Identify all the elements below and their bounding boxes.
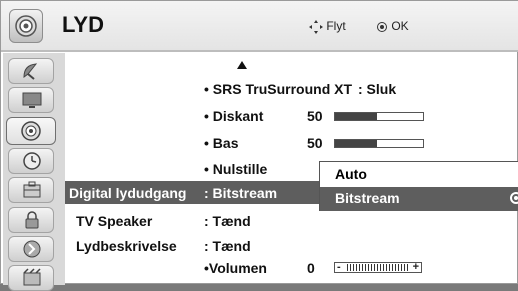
speaker-icon[interactable]: [6, 117, 56, 145]
volume-label[interactable]: •Volumen: [204, 260, 267, 276]
ok-hint-label: OK: [391, 19, 409, 33]
tv-speaker-value: : Tænd: [204, 213, 251, 229]
clock-icon[interactable]: [8, 148, 54, 174]
page-title: LYD: [62, 12, 104, 37]
navigation-arrows-icon: [309, 19, 323, 34]
option-bitstream-label: Bitstream: [335, 190, 400, 206]
media-icon[interactable]: [8, 265, 54, 291]
digital-out-label[interactable]: Digital lydudgang: [69, 185, 186, 201]
digital-out-value: : Bitstream: [204, 185, 278, 201]
option-auto-label: Auto: [335, 166, 367, 182]
category-sidebar: [3, 53, 65, 291]
reset-label[interactable]: • Nulstille: [204, 161, 267, 177]
option-bitstream[interactable]: Bitstream: [320, 187, 518, 211]
volume-ticks: [347, 264, 409, 271]
bass-value: 50: [307, 135, 323, 151]
audio-description-value: : Tænd: [204, 238, 251, 254]
satellite-dish-icon[interactable]: [8, 58, 54, 84]
radio-selected-icon: [510, 192, 518, 204]
move-hint-label: Flyt: [326, 19, 346, 33]
tv-menu-screen: LYD Flyt OK • SRS TruSurround XT: Sluk …: [0, 0, 518, 291]
ok-hint: OK: [376, 19, 409, 33]
speaker-icon: [9, 9, 43, 43]
volume-minus[interactable]: -: [337, 261, 341, 273]
options-box-icon[interactable]: [8, 177, 54, 203]
bass-level-bar[interactable]: [334, 139, 424, 148]
srs-label[interactable]: • SRS TruSurround XT: [204, 81, 352, 97]
volume-slider[interactable]: - +: [334, 261, 422, 273]
volume-plus[interactable]: +: [413, 261, 419, 273]
audio-description-label[interactable]: Lydbeskrivelse: [76, 238, 177, 254]
network-icon[interactable]: [8, 236, 54, 262]
ok-button-icon: [377, 21, 387, 32]
option-auto[interactable]: Auto: [320, 163, 518, 187]
scroll-up-icon[interactable]: [237, 61, 247, 69]
treble-level-bar[interactable]: [334, 112, 424, 121]
digital-out-options-popup: Auto Bitstream: [319, 161, 518, 211]
picture-screen-icon[interactable]: [8, 87, 54, 113]
menu-header: LYD Flyt OK: [1, 1, 518, 52]
srs-value: : Sluk: [358, 81, 397, 97]
treble-value: 50: [307, 108, 323, 124]
treble-label[interactable]: • Diskant: [204, 108, 263, 124]
move-hint: Flyt: [309, 19, 346, 34]
bass-label[interactable]: • Bas: [204, 135, 238, 151]
volume-value: 0: [307, 260, 315, 276]
tv-speaker-label[interactable]: TV Speaker: [76, 213, 152, 229]
lock-icon[interactable]: [8, 207, 54, 233]
